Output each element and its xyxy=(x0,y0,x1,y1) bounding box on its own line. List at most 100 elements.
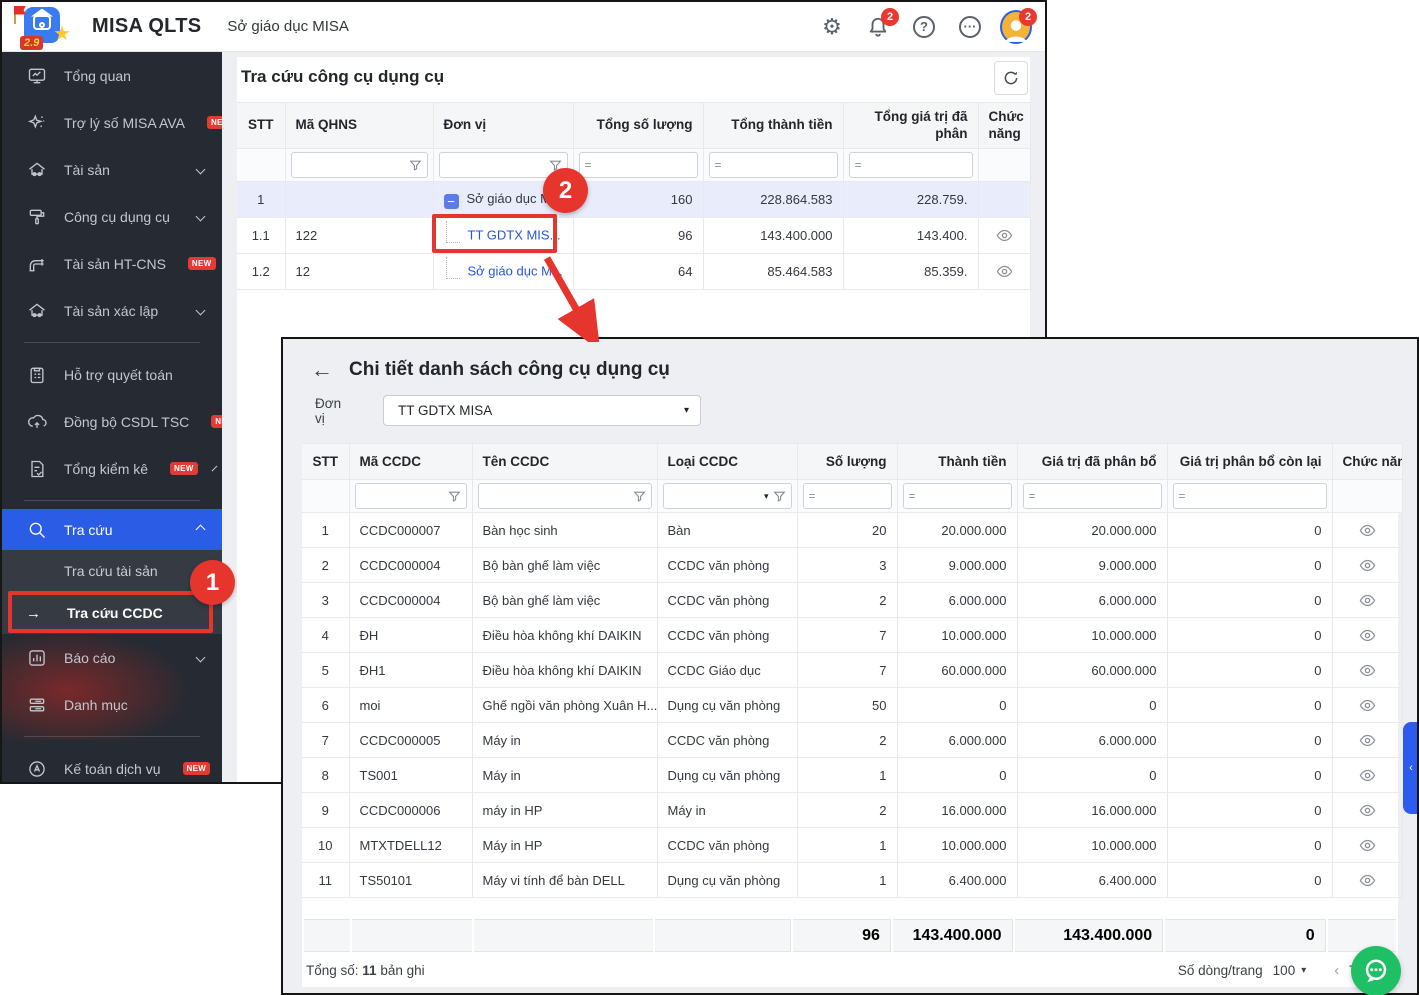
detail-panel: ← Chi tiết danh sách công cụ dụng cụ Đơn… xyxy=(281,337,1419,995)
view-icon[interactable] xyxy=(1359,732,1376,749)
sidebar-item-dong-bo-csdl[interactable]: Đồng bộ CSDL TSC NEW xyxy=(2,398,222,445)
pagination-bar: Tổng số: 11 bản ghi Số dòng/trang 100 ▾ … xyxy=(302,954,1398,987)
accounting-icon xyxy=(26,758,48,780)
search-icon xyxy=(26,519,48,541)
flag-icon xyxy=(14,5,26,15)
col-ma-ccdc: Mã CCDC xyxy=(349,443,473,480)
ccdc-table-row[interactable]: 6 moi Ghế ngồi văn phòng Xuân H... Dụng … xyxy=(302,687,1403,723)
page-title: Tra cứu công cụ dụng cụ xyxy=(241,67,445,86)
chevron-left-icon: ‹ xyxy=(1409,762,1413,774)
refresh-button[interactable] xyxy=(994,61,1028,95)
filter-so-luong-input[interactable] xyxy=(595,155,692,175)
annotation-rect-tra-cuu-ccdc xyxy=(8,591,213,633)
collapse-icon[interactable]: − xyxy=(443,193,459,209)
ccdc-table-row[interactable]: 7 CCDC000005 Máy in CCDC văn phòng 2 6.0… xyxy=(302,722,1403,758)
ccdc-table-row[interactable]: 1 CCDC000007 Bàn học sinh Bàn 20 20.000.… xyxy=(302,512,1403,548)
sidebar-item-tro-ly-so[interactable]: Trợ lý số MISA AVA NEW xyxy=(2,99,222,146)
previous-page-button[interactable]: ‹ xyxy=(1334,962,1339,979)
ellipsis-icon: ··· xyxy=(959,15,981,38)
ccdc-table-row[interactable]: 5 ĐH1 Điều hòa không khí DAIKIN CCDC Giá… xyxy=(302,652,1403,688)
ccdc-table-row[interactable]: 8 TS001 Máy in Dụng cụ văn phòng 1 0 0 0 xyxy=(302,757,1403,793)
screen: 2.9 MISA QLTS Sở giáo dục MISA ⚙ 2 ? ···… xyxy=(0,0,1419,995)
back-button[interactable]: ← xyxy=(311,359,333,381)
unit-select-value: TT GDTX MISA xyxy=(398,403,493,418)
filter-icon[interactable] xyxy=(447,490,461,503)
rows-per-page-select[interactable]: 100 ▾ xyxy=(1273,963,1307,978)
view-icon[interactable] xyxy=(1359,802,1376,819)
filter-gia-tri-input[interactable] xyxy=(865,155,967,175)
chevron-up-icon xyxy=(195,524,206,535)
col-so-luong: Số lượng xyxy=(797,443,898,480)
filter-loai-ccdc-select[interactable] xyxy=(668,486,760,506)
sidebar-item-cong-cu-dung-cu[interactable]: Công cụ dụng cụ xyxy=(2,193,222,240)
filter-icon[interactable] xyxy=(772,490,786,503)
chevron-down-icon xyxy=(195,305,206,316)
view-icon[interactable] xyxy=(1359,627,1376,644)
sidebar-item-tai-san-ht-cns[interactable]: Tài sản HT-CNS NEW xyxy=(2,240,222,287)
sidebar-item-ho-tro-quyet-toan[interactable]: Hỗ trợ quyết toán xyxy=(2,351,222,398)
dashboard-icon xyxy=(26,65,48,87)
help-icon: ? xyxy=(913,15,935,38)
notifications-button[interactable]: 2 xyxy=(865,7,899,40)
sidebar-item-bao-cao[interactable]: Báo cáo xyxy=(2,634,222,681)
ccdc-table-row[interactable]: 11 TS50101 Máy vi tính để bàn DELL Dụng … xyxy=(302,862,1403,898)
unit-select[interactable]: TT GDTX MISA ▾ xyxy=(383,395,701,426)
sidebar-item-tong-kiem-ke[interactable]: Tổng kiểm kê NEW xyxy=(2,445,222,492)
view-icon[interactable] xyxy=(1359,872,1376,889)
units-table: STT Mã QHNS Đơn vị Tổng số lượng Tổng th… xyxy=(237,102,1031,290)
chevron-down-icon: ▾ xyxy=(763,490,769,501)
filter-icon[interactable] xyxy=(408,159,422,172)
ccdc-table-row[interactable]: 4 ĐH Điều hòa không khí DAIKIN CCDC văn … xyxy=(302,617,1403,653)
filter-ten-ccdc-input[interactable] xyxy=(483,486,629,506)
chevron-down-icon xyxy=(195,211,206,222)
view-icon[interactable] xyxy=(996,227,1013,244)
view-icon[interactable] xyxy=(1359,697,1376,714)
view-icon[interactable] xyxy=(1359,662,1376,679)
table-row-child[interactable]: 1.1 122 TT GDTX MIS... 96 143.400.000 14… xyxy=(237,217,1031,254)
ccdc-table-row[interactable]: 9 CCDC000006 máy in HP Máy in 2 16.000.0… xyxy=(302,792,1403,828)
organization-name[interactable]: Sở giáo dục MISA xyxy=(227,18,349,35)
filter-da-phan-bo-input[interactable] xyxy=(1039,486,1156,506)
filter-thanh-tien-input[interactable] xyxy=(919,486,1006,506)
col-tong-gia-tri: Tổng giá trị đã phân xyxy=(843,102,979,149)
ccdc-table-row[interactable]: 3 CCDC000004 Bộ bàn ghế làm việc CCDC vă… xyxy=(302,582,1403,618)
total-remaining: 0 xyxy=(1165,919,1326,952)
topbar: 2.9 MISA QLTS Sở giáo dục MISA ⚙ 2 ? ···… xyxy=(2,2,1045,52)
support-chat-button[interactable] xyxy=(1351,946,1401,995)
view-icon[interactable] xyxy=(996,263,1013,280)
settings-button[interactable]: ⚙ xyxy=(819,14,845,40)
sidebar-item-danh-muc[interactable]: Danh mục xyxy=(2,681,222,728)
account-button[interactable]: 2 xyxy=(1000,7,1037,44)
filter-so-luong-input[interactable] xyxy=(819,486,886,506)
view-icon[interactable] xyxy=(1359,557,1376,574)
view-icon[interactable] xyxy=(1359,592,1376,609)
table-row-parent[interactable]: 1 − Sở giáo dục MISA 160 228.864.583 228.… xyxy=(237,181,1031,218)
sidebar-item-ke-toan-dich-vu[interactable]: Kế toán dịch vụ NEW xyxy=(2,745,222,782)
filter-don-vi-input[interactable] xyxy=(444,155,545,175)
sidebar-item-tra-cuu-tai-san[interactable]: Tra cứu tài sản xyxy=(2,550,222,592)
filter-thanh-tien-input[interactable] xyxy=(725,155,832,175)
filter-icon[interactable] xyxy=(632,490,646,503)
sidebar-item-tai-san[interactable]: Tài sản xyxy=(2,146,222,193)
view-icon[interactable] xyxy=(1359,522,1376,539)
view-icon[interactable] xyxy=(1359,767,1376,784)
collapse-panel-tab[interactable]: ‹ xyxy=(1403,722,1417,814)
sidebar-item-tong-quan[interactable]: Tổng quan xyxy=(2,52,222,99)
col-ten-ccdc: Tên CCDC xyxy=(472,443,658,480)
filter-ma-qhns-input[interactable] xyxy=(296,155,405,175)
sidebar-item-tai-san-xac-lap[interactable]: Tài sản xác lập xyxy=(2,287,222,334)
filter-ma-ccdc-input[interactable] xyxy=(360,486,444,506)
table-row-child[interactable]: 1.2 12 Sở giáo dục M... 64 85.464.583 85… xyxy=(237,253,1031,290)
equals-icon: = xyxy=(1178,489,1186,503)
annotation-arrow xyxy=(543,256,601,342)
app-logo-icon: 2.9 xyxy=(14,4,70,50)
chevron-down-icon: ▾ xyxy=(1301,965,1307,976)
ccdc-table-row[interactable]: 2 CCDC000004 Bộ bàn ghế làm việc CCDC vă… xyxy=(302,547,1403,583)
more-button[interactable]: ··· xyxy=(957,14,983,40)
paint-roller-icon xyxy=(26,206,48,228)
ccdc-table-row[interactable]: 10 MTXTDELL12 Máy in HP CCDC văn phòng 1… xyxy=(302,827,1403,863)
view-icon[interactable] xyxy=(1359,837,1376,854)
filter-con-lai-input[interactable] xyxy=(1189,486,1321,506)
sidebar-item-tra-cuu[interactable]: Tra cứu xyxy=(2,509,222,550)
help-button[interactable]: ? xyxy=(911,14,937,40)
